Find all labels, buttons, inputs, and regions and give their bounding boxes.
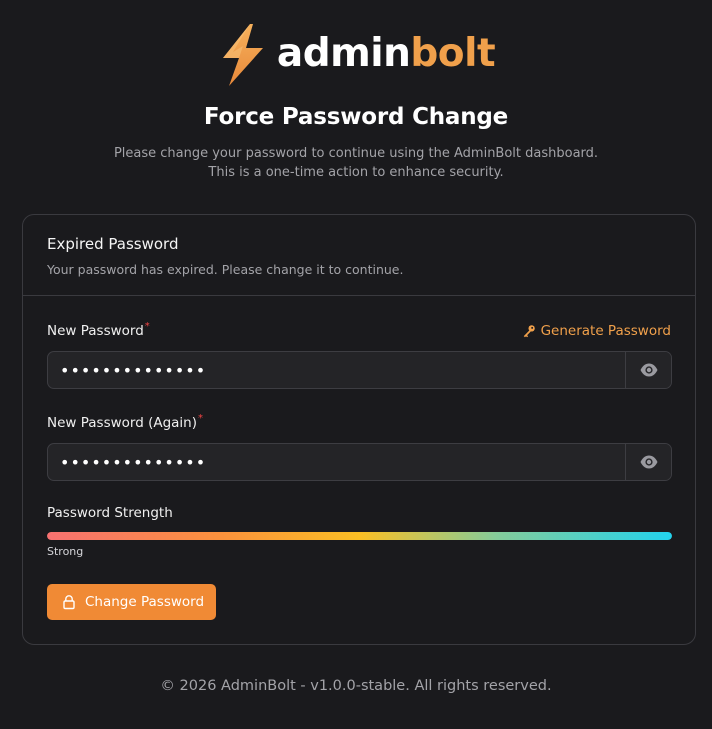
new-password-group xyxy=(47,351,672,389)
brand-logo: adminbolt xyxy=(0,22,712,88)
new-password-input[interactable] xyxy=(48,352,625,388)
key-icon xyxy=(523,325,535,338)
brand-wordmark: adminbolt xyxy=(276,30,496,76)
footer-copyright: © 2026 AdminBolt - v1.0.0-stable. All ri… xyxy=(160,678,552,694)
page-title: Force Password Change xyxy=(203,104,509,130)
card-header: Expired Password Your password has expir… xyxy=(23,215,695,296)
password-strength-bar xyxy=(47,532,672,540)
required-mark: * xyxy=(144,321,150,332)
change-password-button[interactable]: Change Password xyxy=(47,584,217,620)
new-password-label-row: New Password* Generate Password xyxy=(47,321,671,339)
eye-icon xyxy=(640,455,657,469)
lock-icon xyxy=(63,595,75,610)
new-password-again-label-row: New Password (Again)* xyxy=(47,413,671,431)
new-password-label: New Password* xyxy=(47,321,150,339)
password-change-card: Expired Password Your password has expir… xyxy=(22,214,696,645)
password-strength-fill xyxy=(47,532,672,540)
new-password-again-visibility-toggle[interactable] xyxy=(625,444,671,480)
new-password-again-label-text: New Password (Again) xyxy=(47,415,198,431)
new-password-label-text: New Password xyxy=(47,323,144,339)
new-password-again-label: New Password (Again)* xyxy=(47,413,204,431)
new-password-again-group xyxy=(47,443,672,481)
new-password-visibility-toggle[interactable] xyxy=(625,352,671,388)
new-password-again-input[interactable] xyxy=(48,444,625,480)
login-page: adminbolt Force Password Change Please c… xyxy=(0,0,712,729)
card-description: Your password has expired. Please change… xyxy=(47,262,404,277)
brand-name-bolt: bolt xyxy=(410,30,496,76)
required-mark: * xyxy=(198,413,204,424)
change-password-label: Change Password xyxy=(85,594,205,610)
card-title: Expired Password xyxy=(47,235,179,253)
page-subtitle: Please change your password to continue … xyxy=(0,144,712,182)
subtitle-line-1: Please change your password to continue … xyxy=(113,146,599,161)
generate-password-label: Generate Password xyxy=(540,323,671,339)
generate-password-link[interactable]: Generate Password xyxy=(522,323,671,339)
password-strength-label: Password Strength xyxy=(47,505,173,521)
brand-name-admin: admin xyxy=(276,30,411,76)
eye-icon xyxy=(640,363,657,377)
password-strength-level: Strong xyxy=(47,545,84,558)
lightning-bolt-icon xyxy=(222,24,263,86)
subtitle-line-2: This is a one-time action to enhance sec… xyxy=(208,165,504,180)
